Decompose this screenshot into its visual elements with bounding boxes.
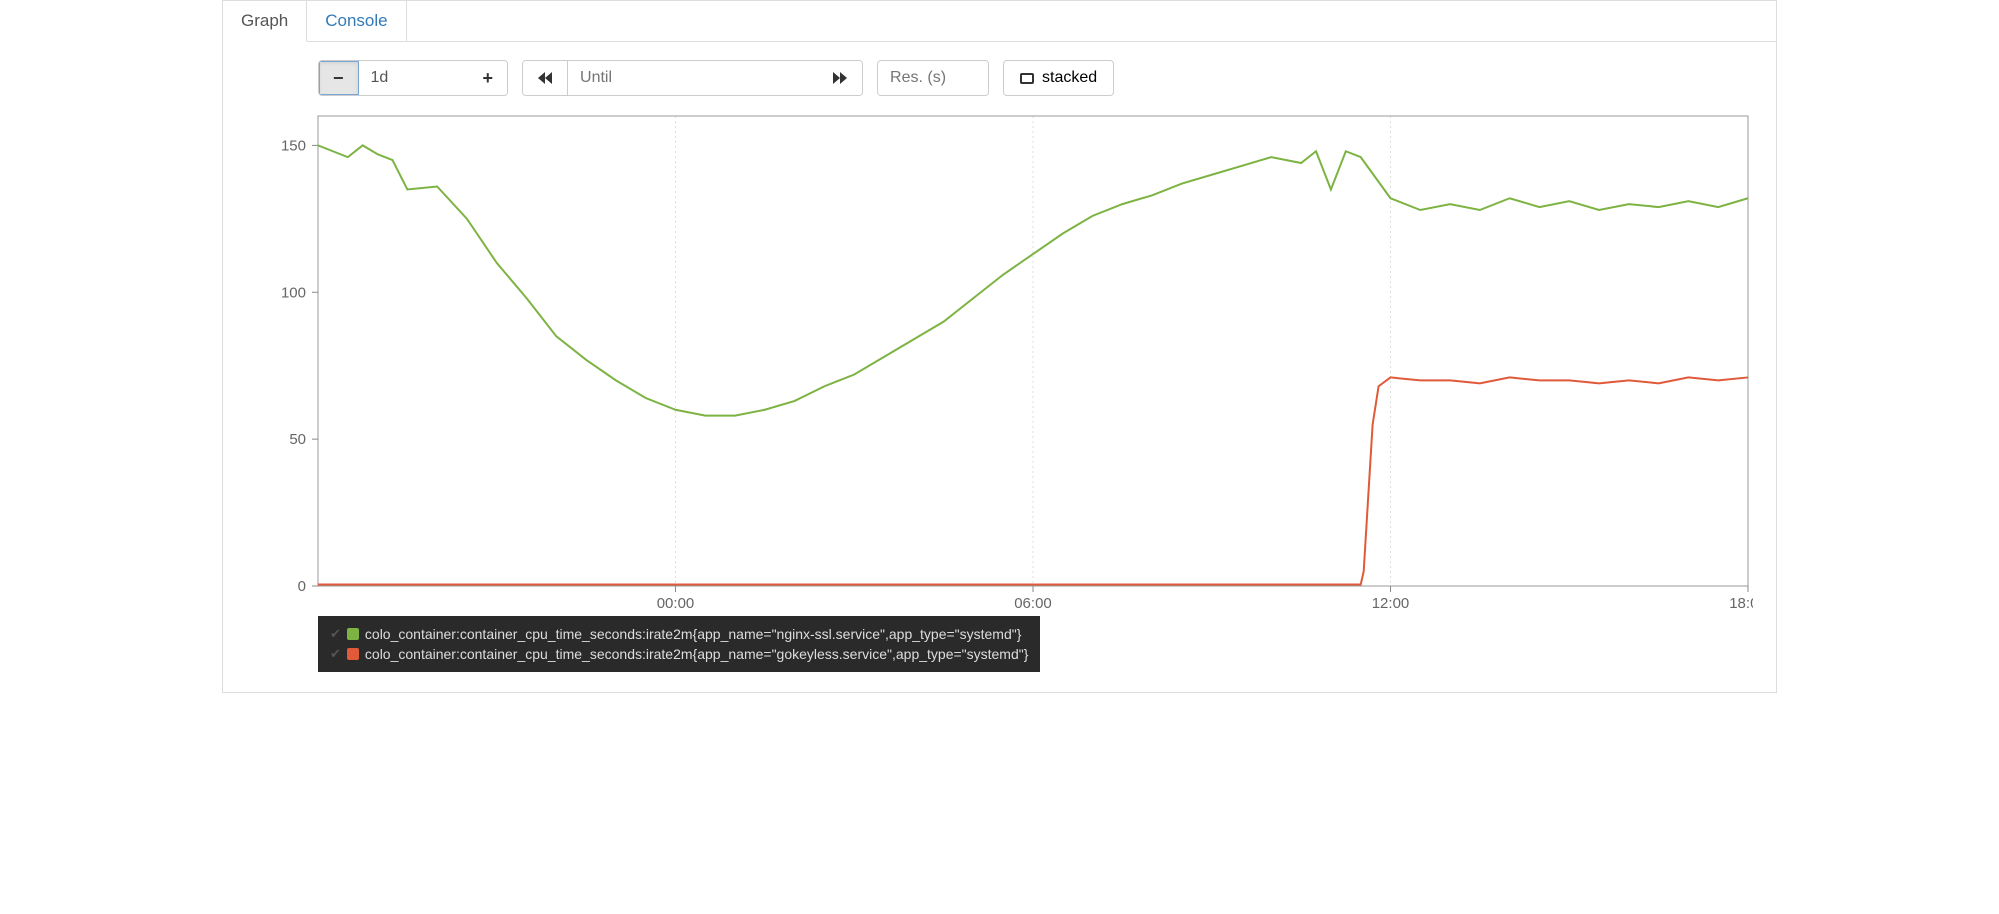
chart-svg: 0 50 100 150 00:00 06:00 12:00 18:00 xyxy=(243,106,1753,616)
resolution-input[interactable] xyxy=(878,61,988,95)
tabs: Graph Console xyxy=(223,1,1776,42)
svg-text:18:00: 18:00 xyxy=(1729,595,1753,612)
toolbar: − + stacked xyxy=(223,42,1776,106)
panel: Graph Console − + stacked 05010015000:0 xyxy=(222,0,1777,693)
check-icon: ✔ xyxy=(330,646,341,662)
chart[interactable]: 0 50 100 150 00:00 06:00 12:00 18:00 xyxy=(243,106,1753,616)
stacked-label: stacked xyxy=(1042,69,1097,87)
svg-text:150: 150 xyxy=(281,137,306,154)
stacked-toggle[interactable]: stacked xyxy=(1003,60,1114,96)
until-input[interactable] xyxy=(568,61,818,95)
range-group: − + xyxy=(318,60,508,96)
svg-text:12:00: 12:00 xyxy=(1372,595,1410,612)
unstacked-icon xyxy=(1020,73,1034,84)
chart-area: 0 50 100 150 00:00 06:00 12:00 18:00 ✔ colo_cont… xyxy=(223,106,1776,692)
time-group xyxy=(522,60,863,96)
legend: ✔ colo_container:container_cpu_time_secon… xyxy=(318,616,1040,672)
time-prev-button[interactable] xyxy=(523,61,568,95)
svg-text:0: 0 xyxy=(298,578,306,595)
range-minus-button[interactable]: − xyxy=(319,61,359,95)
legend-swatch xyxy=(347,648,359,660)
tab-console[interactable]: Console xyxy=(307,1,406,41)
legend-item[interactable]: ✔ colo_container:container_cpu_time_secon… xyxy=(330,624,1028,644)
legend-label: colo_container:container_cpu_time_second… xyxy=(365,646,1029,662)
time-next-button[interactable] xyxy=(818,61,862,95)
range-input[interactable] xyxy=(359,61,469,95)
resolution-group xyxy=(877,60,989,96)
svg-text:00:00: 00:00 xyxy=(657,595,695,612)
tab-graph[interactable]: Graph xyxy=(223,1,307,42)
legend-label: colo_container:container_cpu_time_second… xyxy=(365,626,1021,642)
svg-text:50: 50 xyxy=(289,431,306,448)
svg-text:100: 100 xyxy=(281,284,306,301)
rewind-icon xyxy=(537,71,553,85)
forward-icon xyxy=(832,71,848,85)
legend-swatch xyxy=(347,628,359,640)
svg-text:06:00: 06:00 xyxy=(1014,595,1052,612)
range-plus-button[interactable]: + xyxy=(469,61,508,95)
check-icon: ✔ xyxy=(330,626,341,642)
legend-item[interactable]: ✔ colo_container:container_cpu_time_secon… xyxy=(330,644,1028,664)
